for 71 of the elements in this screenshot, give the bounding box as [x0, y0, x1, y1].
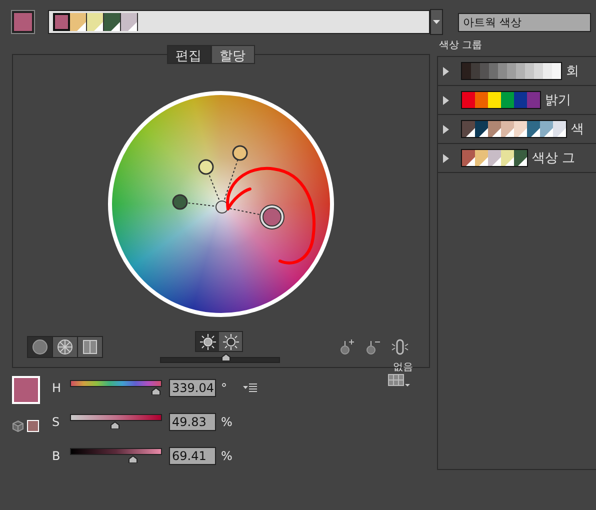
color-swatch[interactable]	[543, 63, 552, 79]
none-label: 없음	[393, 361, 413, 374]
tab[interactable]: 할당	[210, 45, 254, 64]
add-color-icon[interactable]	[339, 339, 355, 355]
color-swatch[interactable]	[552, 63, 561, 79]
caret-icon	[433, 20, 440, 24]
sun-dark-button[interactable]	[219, 332, 242, 351]
artwork-colors-field[interactable]: 아트웍 색상	[458, 12, 591, 32]
sun-button[interactable]	[196, 332, 219, 351]
view-mode-button[interactable]	[78, 337, 102, 357]
color-swatch[interactable]	[534, 63, 543, 79]
menu-icon[interactable]	[243, 383, 257, 392]
value-field[interactable]: 49.83	[169, 412, 216, 430]
color-group-name[interactable]: 색상 그	[532, 149, 576, 167]
color-swatch[interactable]	[480, 63, 489, 79]
color-handle[interactable]	[232, 145, 248, 161]
color-group-name[interactable]: 밝기	[545, 91, 571, 109]
unit-label: %	[221, 448, 234, 462]
unit-label: %	[221, 414, 234, 428]
color-swatch[interactable]	[489, 63, 498, 79]
color-handle[interactable]	[172, 194, 188, 210]
color-swatch[interactable]	[121, 13, 138, 31]
color-groups-title: 색상 그룹	[439, 39, 484, 52]
active-color-swatch[interactable]	[12, 376, 40, 404]
brightness-slider[interactable]	[70, 448, 162, 463]
value-field[interactable]: 69.41	[169, 446, 216, 464]
saturation-slider[interactable]	[70, 414, 162, 429]
color-handle[interactable]	[198, 159, 214, 175]
color-swatch[interactable]	[525, 63, 534, 79]
remove-color-icon[interactable]	[365, 339, 381, 355]
expand-arrow-icon[interactable]	[443, 154, 449, 162]
color-swatch[interactable]	[516, 63, 525, 79]
color-grid-icon[interactable]	[388, 374, 411, 387]
dropdown-button[interactable]	[430, 9, 443, 35]
color-harmony-bar[interactable]	[48, 10, 430, 34]
expand-arrow-icon[interactable]	[443, 96, 449, 104]
slider-thumb[interactable]	[221, 353, 231, 361]
unit-label: °	[221, 380, 228, 394]
expand-arrow-icon[interactable]	[443, 66, 449, 76]
color-swatch[interactable]	[53, 13, 70, 31]
tab[interactable]: 편집	[166, 45, 210, 64]
current-color-swatch[interactable]	[12, 11, 34, 33]
color-handle[interactable]	[260, 204, 284, 230]
color-group-name[interactable]: 색	[571, 120, 584, 138]
slider-label: H	[52, 380, 62, 394]
color-group-name[interactable]: 회	[566, 62, 579, 80]
color-swatch[interactable]	[471, 63, 480, 79]
expand-arrow-icon[interactable]	[443, 124, 449, 134]
color-swatch[interactable]	[514, 150, 527, 166]
segmented-wheel-icon	[57, 339, 73, 355]
circle-icon	[32, 339, 48, 355]
color-swatch[interactable]	[553, 121, 566, 137]
slider-label: S	[52, 414, 61, 428]
color-swatch[interactable]	[475, 92, 488, 108]
brightness-slider[interactable]	[160, 352, 280, 364]
cube-icon	[12, 420, 24, 432]
color-swatch[interactable]	[498, 63, 507, 79]
color-swatch[interactable]	[527, 92, 540, 108]
slider-label: B	[52, 448, 62, 462]
color-swatch[interactable]	[514, 92, 527, 108]
color-swatch[interactable]	[488, 92, 501, 108]
color-swatch[interactable]	[462, 63, 471, 79]
bars-icon	[83, 340, 97, 354]
view-mode-button[interactable]	[28, 337, 52, 357]
view-mode-button[interactable]	[53, 337, 77, 357]
color-swatch[interactable]	[507, 63, 516, 79]
link-icon[interactable]	[391, 339, 409, 355]
color-swatch[interactable]	[501, 92, 514, 108]
value-field[interactable]: 339.04	[169, 378, 216, 396]
hue-slider[interactable]	[70, 380, 162, 395]
color-swatch[interactable]	[462, 92, 475, 108]
